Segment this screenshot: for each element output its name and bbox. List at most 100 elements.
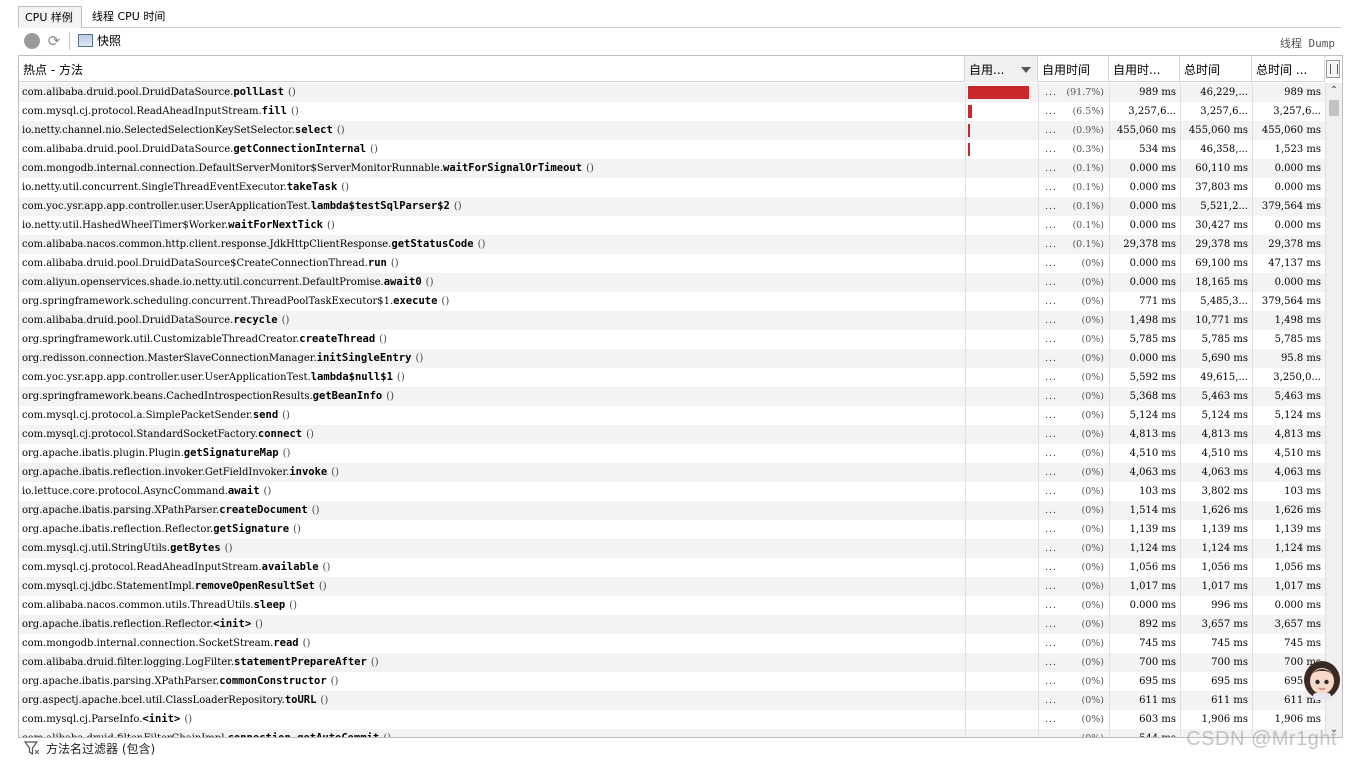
record-icon[interactable]	[24, 33, 40, 49]
assistant-avatar-icon[interactable]	[1302, 656, 1342, 700]
total-time-cell: 1,626 ms	[1180, 501, 1251, 520]
total-time-cell: 1,017 ms	[1180, 577, 1251, 596]
tab-thread-cpu-time[interactable]: 线程 CPU 时间	[86, 6, 176, 28]
method-cell: org.apache.ibatis.reflection.Reflector.<…	[22, 615, 962, 634]
table-row[interactable]: com.alibaba.nacos.common.utils.ThreadUti…	[19, 596, 1325, 615]
column-chooser-icon[interactable]	[1326, 60, 1340, 78]
vertical-scrollbar[interactable]: ⌃ ⌄	[1325, 83, 1342, 737]
table-row[interactable]: com.yoc.ysr.app.app.controller.user.User…	[19, 368, 1325, 387]
method-name: pollLast	[233, 86, 284, 98]
self-time-bar	[968, 105, 972, 118]
table-row[interactable]: org.apache.ibatis.reflection.Reflector.<…	[19, 615, 1325, 634]
table-row[interactable]: io.netty.util.HashedWheelTimer$Worker.wa…	[19, 216, 1325, 235]
method-args: ()	[326, 220, 335, 231]
self-time-percent: (0%)	[1081, 277, 1104, 288]
table-row[interactable]: com.mongodb.internal.connection.SocketSt…	[19, 634, 1325, 653]
method-args: ()	[383, 733, 391, 737]
total-time-cpu-cell: 3,257,6...	[1252, 102, 1324, 121]
column-header-self-bar[interactable]: 自用...	[965, 56, 1038, 82]
total-time-cpu-cell: 1,139 ms	[1252, 520, 1324, 539]
snapshot-icon[interactable]	[78, 34, 93, 47]
self-time-percent-cell: ... (0%)	[1038, 615, 1108, 634]
method-name: sleep	[253, 599, 286, 611]
self-time-cpu-cell: 103 ms	[1109, 482, 1179, 501]
method-cell: org.springframework.scheduling.concurren…	[22, 292, 962, 311]
table-row[interactable]: com.aliyun.openservices.shade.io.netty.u…	[19, 273, 1325, 292]
table-row[interactable]: com.alibaba.druid.filter.FilterChainImpl…	[19, 729, 1325, 737]
self-time-cpu-cell: 0.000 ms	[1109, 197, 1179, 216]
table-row[interactable]: com.mongodb.internal.connection.DefaultS…	[19, 159, 1325, 178]
table-row[interactable]: com.alibaba.druid.pool.DruidDataSource$C…	[19, 254, 1325, 273]
table-row[interactable]: com.alibaba.druid.pool.DruidDataSource.p…	[19, 83, 1325, 102]
method-package: com.alibaba.druid.filter.FilterChainImpl…	[22, 733, 228, 737]
column-header-total-time-cpu[interactable]: 总时间 ...	[1252, 56, 1325, 82]
column-header-self-time[interactable]: 自用时间	[1038, 56, 1109, 82]
table-row[interactable]: com.yoc.ysr.app.app.controller.user.User…	[19, 197, 1325, 216]
ellipsis: ...	[1045, 334, 1058, 345]
method-package: com.alibaba.druid.pool.DruidDataSource.	[22, 315, 234, 326]
table-row[interactable]: org.springframework.beans.CachedIntrospe…	[19, 387, 1325, 406]
ellipsis: ...	[1045, 125, 1058, 136]
table-row[interactable]: org.redisson.connection.MasterSlaveConne…	[19, 349, 1325, 368]
method-name: await0	[383, 276, 422, 288]
method-cell: com.alibaba.druid.pool.DruidDataSource.p…	[22, 83, 962, 102]
table-row[interactable]: com.alibaba.druid.pool.DruidDataSource.g…	[19, 140, 1325, 159]
table-row[interactable]: org.apache.ibatis.reflection.Reflector.g…	[19, 520, 1325, 539]
method-name-filter[interactable]: 方法名过滤器 (包含)	[46, 741, 155, 757]
scroll-thumb[interactable]	[1329, 100, 1339, 116]
method-args: ()	[293, 524, 301, 535]
total-time-cpu-cell: 5,124 ms	[1252, 406, 1324, 425]
self-time-percent: (0%)	[1081, 448, 1104, 459]
column-header-self-time-cpu[interactable]: 自用时...	[1109, 56, 1180, 82]
table-row[interactable]: io.netty.channel.nio.SelectedSelectionKe…	[19, 121, 1325, 140]
self-time-percent-cell: ... (0%)	[1038, 520, 1108, 539]
ellipsis: ...	[1045, 410, 1058, 421]
ellipsis: ...	[1045, 144, 1058, 155]
table-row[interactable]: org.apache.ibatis.reflection.invoker.Get…	[19, 463, 1325, 482]
table-row[interactable]: com.mysql.cj.protocol.StandardSocketFact…	[19, 425, 1325, 444]
refresh-icon[interactable]: ⟳	[46, 33, 62, 49]
total-time-cpu-cell: 989 ms	[1252, 83, 1324, 102]
method-args: ()	[289, 600, 298, 611]
table-row[interactable]: com.mysql.cj.ParseInfo.<init>()... (0%) 60…	[19, 710, 1325, 729]
self-time-percent-cell: ... (0%)	[1038, 558, 1108, 577]
filter-icon[interactable]	[24, 741, 40, 756]
method-cell: com.alibaba.druid.filter.logging.LogFilt…	[22, 653, 962, 672]
table-row[interactable]: com.alibaba.druid.pool.DruidDataSource.r…	[19, 311, 1325, 330]
table-row[interactable]: com.mysql.cj.protocol.ReadAheadInputStre…	[19, 558, 1325, 577]
table-row[interactable]: org.apache.ibatis.parsing.XPathParser.co…	[19, 672, 1325, 691]
method-cell: com.mysql.cj.protocol.StandardSocketFact…	[22, 425, 962, 444]
table-row[interactable]: com.alibaba.druid.filter.logging.LogFilt…	[19, 653, 1325, 672]
table-row[interactable]: org.springframework.util.CustomizableThr…	[19, 330, 1325, 349]
table-row[interactable]: io.lettuce.core.protocol.AsyncCommand.aw…	[19, 482, 1325, 501]
tab-cpu-samples[interactable]: CPU 样例	[18, 6, 82, 28]
table-row[interactable]: io.netty.util.concurrent.SingleThreadEve…	[19, 178, 1325, 197]
method-package: com.yoc.ysr.app.app.controller.user.User…	[22, 372, 311, 383]
column-header-total-time[interactable]: 总时间	[1180, 56, 1252, 82]
self-time-percent-cell: ... (0%)	[1038, 273, 1108, 292]
self-time-bar-cell	[965, 121, 1037, 140]
table-row[interactable]: com.mysql.cj.protocol.ReadAheadInputStre…	[19, 102, 1325, 121]
table-row[interactable]: com.mysql.cj.protocol.a.SimplePacketSend…	[19, 406, 1325, 425]
method-name: removeOpenResultSet	[194, 580, 315, 592]
table-row[interactable]: com.mysql.cj.jdbc.StatementImpl.removeOp…	[19, 577, 1325, 596]
table-row[interactable]: org.apache.ibatis.parsing.XPathParser.cr…	[19, 501, 1325, 520]
table-row[interactable]: org.springframework.scheduling.concurren…	[19, 292, 1325, 311]
self-time-percent: (0%)	[1081, 524, 1104, 535]
self-time-cpu-cell: 5,368 ms	[1109, 387, 1179, 406]
self-time-cpu-cell: 544 ms	[1109, 729, 1179, 737]
column-header-method[interactable]: 热点 - 方法	[19, 56, 965, 82]
method-cell: org.apache.ibatis.parsing.XPathParser.cr…	[22, 501, 962, 520]
scroll-up-icon[interactable]: ⌃	[1326, 83, 1342, 99]
table-row[interactable]: org.aspectj.apache.bcel.util.ClassLoader…	[19, 691, 1325, 710]
self-time-percent: (0.1%)	[1072, 239, 1104, 250]
snapshot-button[interactable]: 快照	[97, 34, 121, 48]
method-cell: com.alibaba.druid.pool.DruidDataSource.r…	[22, 311, 962, 330]
method-package: org.springframework.beans.CachedIntrospe…	[22, 391, 313, 402]
method-name: statementPrepareAfter	[234, 656, 367, 668]
table-row[interactable]: org.apache.ibatis.plugin.Plugin.getSigna…	[19, 444, 1325, 463]
table-row[interactable]: com.mysql.cj.util.StringUtils.getBytes()…	[19, 539, 1325, 558]
thread-dump-button[interactable]: 线程 Dump	[1280, 35, 1335, 51]
table-row[interactable]: com.alibaba.nacos.common.http.client.res…	[19, 235, 1325, 254]
self-time-cpu-cell: 0.000 ms	[1109, 596, 1179, 615]
